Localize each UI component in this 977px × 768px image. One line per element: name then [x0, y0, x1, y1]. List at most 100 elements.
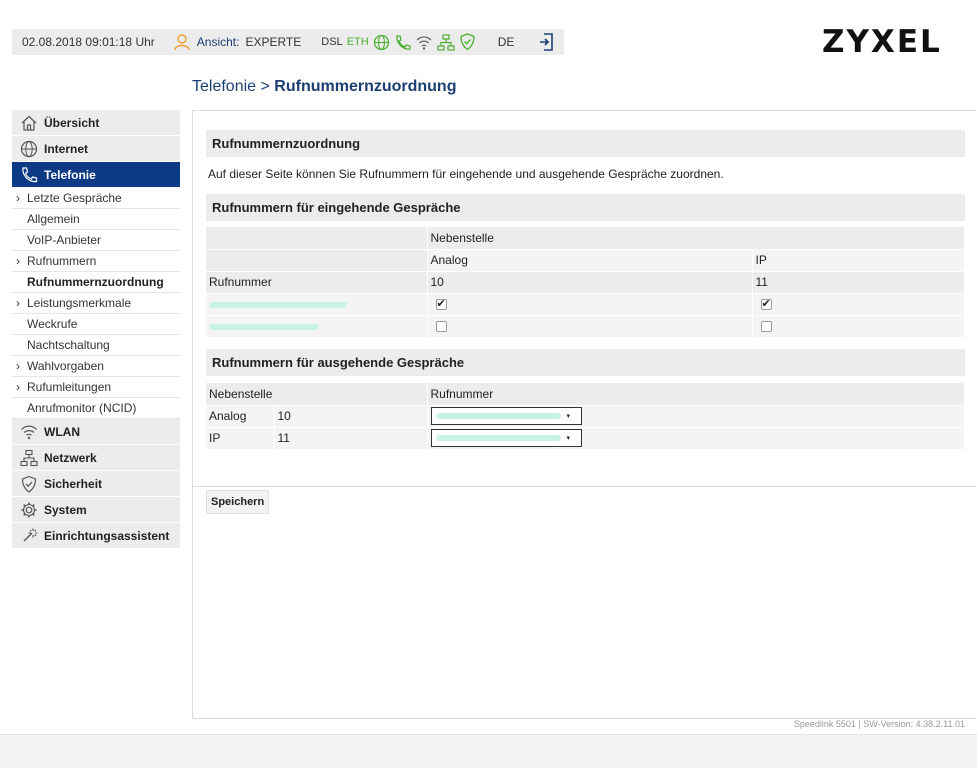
column-header-ip: IP	[752, 249, 965, 272]
home-icon	[20, 114, 38, 132]
row-header-rufnummer: Rufnummer	[206, 271, 428, 294]
brand-logo: ZYXEL	[822, 24, 942, 60]
sidebar: Übersicht Internet Telefonie › Letzte Ges…	[12, 110, 180, 549]
sidebar-item-label: Nachtschaltung	[27, 338, 110, 352]
status-bar: 02.08.2018 09:01:18 Uhr Ansicht: EXPERTE…	[12, 29, 564, 55]
sidebar-item-label: Sicherheit	[44, 476, 103, 491]
datetime: 02.08.2018 09:01:18 Uhr	[22, 35, 155, 49]
chevron-right-icon: ›	[16, 296, 20, 310]
sidebar-item-label: Rufumleitungen	[27, 380, 112, 394]
chevron-down-icon: ▾	[566, 435, 571, 442]
incoming-table: Nebenstelle Analog IP Rufnummer 10 11	[206, 227, 965, 338]
phone-number-masked	[206, 315, 428, 338]
network-status-icon	[437, 33, 455, 51]
sidebar-item-system[interactable]: System	[12, 497, 180, 523]
view-value: EXPERTE	[245, 35, 302, 49]
sidebar-item-label: WLAN	[44, 424, 80, 439]
outgoing-section-title: Rufnummern für ausgehende Gespräche	[206, 349, 965, 376]
checkbox-ip-2[interactable]	[760, 321, 772, 333]
network-icon	[20, 449, 38, 467]
phone-number-masked	[206, 293, 428, 316]
sidebar-item-anrufmonitor[interactable]: Anrufmonitor (NCID)	[12, 398, 180, 419]
sidebar-item-label: Rufnummernzuordnung	[27, 275, 164, 289]
extension-number: 11	[274, 427, 428, 450]
breadcrumb-parent[interactable]: Telefonie	[192, 78, 256, 95]
table-row	[206, 293, 965, 316]
column-header-nebenstelle: Nebenstelle	[206, 383, 428, 406]
sidebar-item-telefonie[interactable]: Telefonie	[12, 162, 180, 188]
shield-status-icon	[459, 33, 476, 51]
language-selector[interactable]: DE	[498, 35, 515, 49]
sidebar-item-label: Weckrufe	[27, 317, 78, 331]
extension-name: Analog	[206, 405, 275, 428]
sidebar-item-leistungsmerkmale[interactable]: › Leistungsmerkmale	[12, 293, 180, 314]
sidebar-item-label: VoIP-Anbieter	[27, 233, 102, 247]
wifi-icon	[20, 423, 38, 441]
user-icon	[173, 33, 191, 51]
checkbox-analog-1[interactable]	[435, 297, 447, 311]
eth-label: ETH	[346, 36, 369, 48]
connection-status: DSL ETH	[321, 33, 475, 51]
sidebar-item-label: Rufnummern	[27, 254, 97, 268]
shield-icon	[20, 475, 38, 493]
table-row	[206, 315, 965, 338]
column-header-analog: Analog	[427, 249, 753, 272]
rufnummer-select-ip[interactable]: ▾	[430, 429, 582, 447]
sidebar-item-weckrufe[interactable]: Weckrufe	[12, 314, 180, 335]
sidebar-item-wahlvorgaben[interactable]: › Wahlvorgaben	[12, 356, 180, 377]
chevron-down-icon: ▾	[566, 413, 571, 420]
page-title: Rufnummernzuordnung	[206, 130, 965, 157]
chevron-right-icon: ›	[16, 254, 20, 268]
sidebar-item-allgemein[interactable]: Allgemein	[12, 209, 180, 230]
globe-icon	[20, 140, 38, 158]
main-content: Rufnummernzuordnung Auf dieser Seite kön…	[192, 110, 977, 719]
sidebar-item-einrichtungsassistent[interactable]: Einrichtungsassistent	[12, 523, 180, 549]
sidebar-item-internet[interactable]: Internet	[12, 136, 180, 162]
globe-status-icon	[373, 34, 390, 51]
table-row: Analog 10 ▾	[206, 405, 965, 428]
logout-button[interactable]	[538, 32, 554, 52]
rufnummer-select-analog[interactable]: ▾	[430, 407, 582, 425]
sidebar-item-label: Netzwerk	[44, 450, 97, 465]
sidebar-item-nachtschaltung[interactable]: Nachtschaltung	[12, 335, 180, 356]
sidebar-item-rufnummernzuordnung[interactable]: Rufnummernzuordnung	[12, 272, 180, 293]
sidebar-item-label: Anrufmonitor (NCID)	[27, 401, 137, 415]
sidebar-item-sicherheit[interactable]: Sicherheit	[12, 471, 180, 497]
footer-band	[0, 734, 977, 768]
logout-icon	[538, 32, 554, 52]
dsl-label: DSL	[321, 36, 343, 48]
breadcrumb-current: Rufnummernzuordnung	[274, 78, 457, 95]
checkbox-analog-2[interactable]	[435, 321, 447, 333]
sidebar-item-rufumleitungen[interactable]: › Rufumleitungen	[12, 377, 180, 398]
sidebar-item-label: Internet	[44, 141, 89, 156]
divider	[193, 486, 977, 487]
sidebar-item-label: Übersicht	[44, 115, 100, 130]
extension-analog: 10	[427, 271, 753, 294]
checkbox-ip-1[interactable]	[760, 297, 772, 311]
sidebar-item-netzwerk[interactable]: Netzwerk	[12, 445, 180, 471]
table-row: IP 11 ▾	[206, 427, 965, 450]
save-button[interactable]: Speichern	[206, 490, 270, 514]
sidebar-item-label: Leistungsmerkmale	[27, 296, 132, 310]
sidebar-item-rufnummern[interactable]: › Rufnummern	[12, 251, 180, 272]
sidebar-item-uebersicht[interactable]: Übersicht	[12, 110, 180, 136]
sidebar-item-voip-anbieter[interactable]: VoIP-Anbieter	[12, 230, 180, 251]
phone-icon	[20, 166, 38, 184]
incoming-section-title: Rufnummern für eingehende Gespräche	[206, 194, 965, 221]
sidebar-item-label: Telefonie	[44, 167, 96, 182]
sidebar-item-wlan[interactable]: WLAN	[12, 419, 180, 445]
column-header-rufnummer: Rufnummer	[427, 383, 965, 406]
sidebar-item-letzte-gespraeche[interactable]: › Letzte Gespräche	[12, 188, 180, 209]
breadcrumb-separator: >	[256, 78, 275, 95]
extension-ip: 11	[752, 271, 965, 294]
extension-name: IP	[206, 427, 275, 450]
wifi-status-icon	[415, 34, 433, 51]
chevron-right-icon: ›	[16, 380, 20, 394]
view-label: Ansicht:	[196, 35, 240, 49]
wand-icon	[20, 527, 38, 545]
sidebar-item-label: Einrichtungsassistent	[44, 528, 170, 543]
sidebar-item-label: Wahlvorgaben	[27, 359, 104, 373]
extension-number: 10	[274, 405, 428, 428]
view-mode[interactable]: Ansicht: EXPERTE	[173, 33, 302, 51]
page-description: Auf dieser Seite können Sie Rufnummern f…	[208, 167, 724, 181]
